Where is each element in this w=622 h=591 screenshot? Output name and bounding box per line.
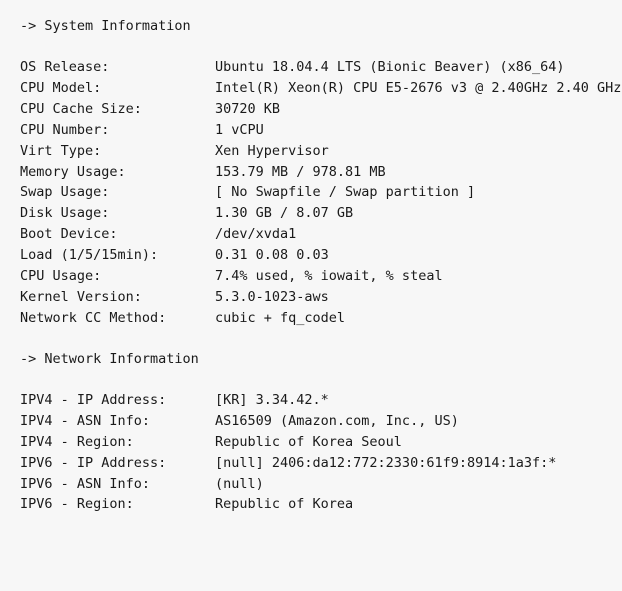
label-ipv4-address: IPV4 - IP Address: bbox=[20, 390, 215, 411]
value-ipv6-asn: (null) bbox=[215, 474, 264, 495]
value-ipv4-address: [KR] 3.34.42.* bbox=[215, 390, 329, 411]
value-swap-usage: [ No Swapfile / Swap partition ] bbox=[215, 182, 475, 203]
value-os-release: Ubuntu 18.04.4 LTS (Bionic Beaver) (x86_… bbox=[215, 57, 565, 78]
row-cpu-model: CPU Model:Intel(R) Xeon(R) CPU E5-2676 v… bbox=[20, 78, 602, 99]
row-ipv4-address: IPV4 - IP Address:[KR] 3.34.42.* bbox=[20, 390, 602, 411]
value-ipv4-region: Republic of Korea Seoul bbox=[215, 432, 402, 453]
label-ipv6-asn: IPV6 - ASN Info: bbox=[20, 474, 215, 495]
row-boot-device: Boot Device:/dev/xvda1 bbox=[20, 224, 602, 245]
value-ipv6-region: Republic of Korea bbox=[215, 494, 353, 515]
row-ipv4-region: IPV4 - Region:Republic of Korea Seoul bbox=[20, 432, 602, 453]
value-kernel-version: 5.3.0-1023-aws bbox=[215, 287, 329, 308]
row-ipv6-asn: IPV6 - ASN Info: (null) bbox=[20, 474, 602, 495]
row-disk-usage: Disk Usage:1.30 GB / 8.07 GB bbox=[20, 203, 602, 224]
label-ipv6-address: IPV6 - IP Address: bbox=[20, 453, 215, 474]
label-virt-type: Virt Type: bbox=[20, 141, 215, 162]
value-load: 0.31 0.08 0.03 bbox=[215, 245, 329, 266]
network-info-rows: IPV4 - IP Address:[KR] 3.34.42.* IPV4 - … bbox=[20, 390, 602, 516]
label-ipv4-asn: IPV4 - ASN Info: bbox=[20, 411, 215, 432]
label-disk-usage: Disk Usage: bbox=[20, 203, 215, 224]
label-cpu-model: CPU Model: bbox=[20, 78, 215, 99]
value-virt-type: Xen Hypervisor bbox=[215, 141, 329, 162]
label-os-release: OS Release: bbox=[20, 57, 215, 78]
value-ipv6-address: [null] 2406:da12:772:2330:61f9:8914:1a3f… bbox=[215, 453, 556, 474]
label-ipv4-region: IPV4 - Region: bbox=[20, 432, 215, 453]
value-disk-usage: 1.30 GB / 8.07 GB bbox=[215, 203, 353, 224]
value-cpu-number: 1 vCPU bbox=[215, 120, 264, 141]
network-info-header: -> Network Information bbox=[20, 349, 602, 370]
label-cpu-number: CPU Number: bbox=[20, 120, 215, 141]
value-cpu-cache: 30720 KB bbox=[215, 99, 280, 120]
label-cpu-usage: CPU Usage: bbox=[20, 266, 215, 287]
row-ipv4-asn: IPV4 - ASN Info:AS16509 (Amazon.com, Inc… bbox=[20, 411, 602, 432]
label-cc-method: Network CC Method: bbox=[20, 308, 215, 329]
row-cpu-number: CPU Number:1 vCPU bbox=[20, 120, 602, 141]
label-load: Load (1/5/15min): bbox=[20, 245, 215, 266]
system-info-header: -> System Information bbox=[20, 16, 602, 37]
value-cc-method: cubic + fq_codel bbox=[215, 308, 345, 329]
value-cpu-usage: 7.4% used, % iowait, % steal bbox=[215, 266, 443, 287]
row-ipv6-region: IPV6 - Region: Republic of Korea bbox=[20, 494, 602, 515]
label-cpu-cache: CPU Cache Size: bbox=[20, 99, 215, 120]
system-info-rows: OS Release:Ubuntu 18.04.4 LTS (Bionic Be… bbox=[20, 57, 602, 329]
value-ipv4-asn: AS16509 (Amazon.com, Inc., US) bbox=[215, 411, 459, 432]
row-swap-usage: Swap Usage:[ No Swapfile / Swap partitio… bbox=[20, 182, 602, 203]
row-os-release: OS Release:Ubuntu 18.04.4 LTS (Bionic Be… bbox=[20, 57, 602, 78]
value-memory-usage: 153.79 MB / 978.81 MB bbox=[215, 162, 386, 183]
row-memory-usage: Memory Usage:153.79 MB / 978.81 MB bbox=[20, 162, 602, 183]
row-ipv6-address: IPV6 - IP Address:[null] 2406:da12:772:2… bbox=[20, 453, 602, 474]
label-ipv6-region: IPV6 - Region: bbox=[20, 494, 215, 515]
value-cpu-model: Intel(R) Xeon(R) CPU E5-2676 v3 @ 2.40GH… bbox=[215, 78, 621, 99]
label-kernel-version: Kernel Version: bbox=[20, 287, 215, 308]
row-cc-method: Network CC Method:cubic + fq_codel bbox=[20, 308, 602, 329]
value-boot-device: /dev/xvda1 bbox=[215, 224, 296, 245]
row-cpu-cache: CPU Cache Size:30720 KB bbox=[20, 99, 602, 120]
row-cpu-usage: CPU Usage:7.4% used, % iowait, % steal bbox=[20, 266, 602, 287]
label-boot-device: Boot Device: bbox=[20, 224, 215, 245]
label-swap-usage: Swap Usage: bbox=[20, 182, 215, 203]
label-memory-usage: Memory Usage: bbox=[20, 162, 215, 183]
row-virt-type: Virt Type:Xen Hypervisor bbox=[20, 141, 602, 162]
row-kernel-version: Kernel Version:5.3.0-1023-aws bbox=[20, 287, 602, 308]
row-load: Load (1/5/15min):0.31 0.08 0.03 bbox=[20, 245, 602, 266]
